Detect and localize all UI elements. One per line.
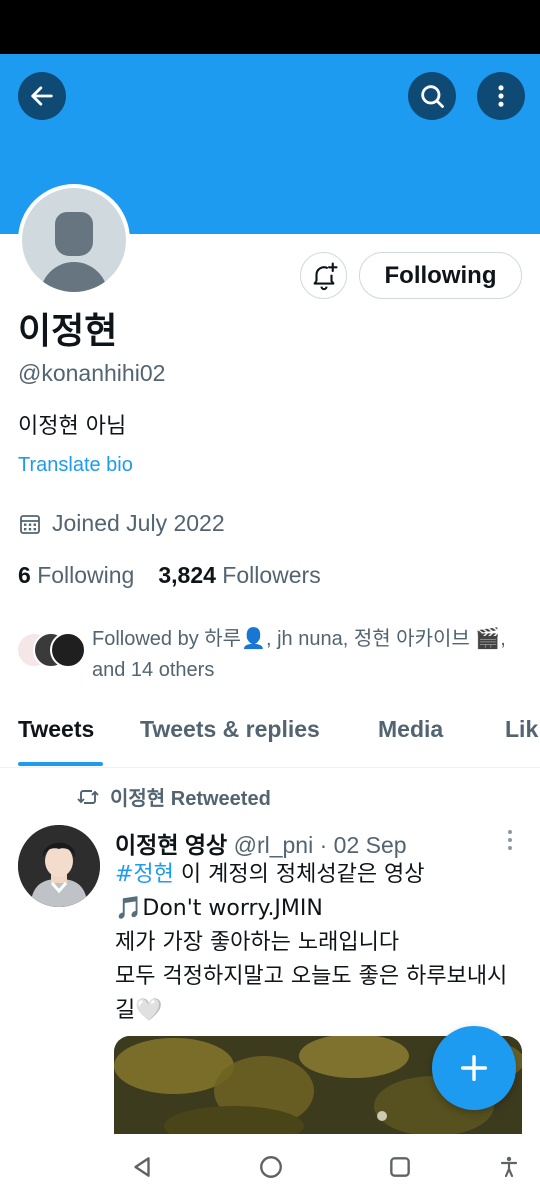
tweet-header: 이정현 영상 @rl_pni · 02 Sep — [115, 826, 515, 860]
tweet-line-1: 이 계정의 정체성같은 영상 — [173, 862, 425, 887]
tweet-date[interactable]: 02 Sep — [334, 832, 407, 858]
retweet-context[interactable]: 이정현 Retweeted — [76, 782, 271, 811]
back-button[interactable] — [18, 72, 66, 120]
triangle-back-icon — [134, 1157, 150, 1177]
notifications-button[interactable] — [300, 252, 347, 299]
plus-icon — [460, 1054, 488, 1082]
arrow-left-icon — [31, 86, 53, 106]
followed-by-text[interactable]: Followed by 하루👤, jh nuna, 정현 아카이브 🎬, and… — [92, 624, 522, 686]
tab-tweets-replies[interactable]: Tweets & replies — [140, 716, 320, 743]
active-tab-indicator — [18, 762, 103, 766]
default-avatar-icon — [22, 188, 126, 292]
square-recents-icon — [390, 1157, 410, 1177]
avatar — [50, 632, 86, 668]
tweet-line-2: 🎵Don't worry.JMIN — [115, 896, 323, 921]
tab-media[interactable]: Media — [378, 716, 443, 743]
system-navigation-bar — [0, 1134, 540, 1200]
tweet-body: #정현 이 계정의 정체성같은 영상 🎵Don't worry.JMIN 제가 … — [115, 858, 525, 1028]
tweet-line-4: 모두 걱정하지말고 오늘도 좋은 하루보내시길🤍 — [115, 964, 508, 1023]
more-options-button[interactable] — [477, 72, 525, 120]
profile-avatar[interactable] — [18, 184, 130, 296]
retweet-label: Retweeted — [170, 788, 271, 810]
tweet-author-name[interactable]: 이정현 영상 — [115, 832, 227, 858]
retweet-user: 이정현 — [110, 788, 166, 810]
followers-count: 3,824 — [158, 562, 216, 588]
illustrated-person-avatar — [18, 825, 100, 907]
following-label: Following — [37, 562, 135, 588]
calendar-icon — [20, 514, 40, 534]
more-vertical-icon — [498, 85, 504, 107]
tweet-author-avatar[interactable] — [18, 825, 100, 907]
status-bar — [0, 0, 540, 54]
following-count: 6 — [18, 562, 31, 588]
tweet-separator: · — [319, 832, 328, 858]
following-button[interactable]: Following — [359, 252, 522, 299]
more-vertical-icon — [508, 830, 512, 850]
tab-tweets[interactable]: Tweets — [18, 716, 94, 743]
bell-plus-icon — [313, 261, 338, 290]
search-icon — [421, 85, 444, 108]
tweet-line-3: 제가 가장 좋아하는 노래입니다 — [115, 930, 400, 955]
nav-home-button[interactable] — [256, 1152, 286, 1182]
retweet-icon — [77, 789, 99, 804]
joined-date: Joined July 2022 — [18, 510, 225, 537]
search-button[interactable] — [408, 72, 456, 120]
translate-bio-link[interactable]: Translate bio — [18, 454, 133, 477]
nav-recents-button[interactable] — [385, 1152, 415, 1182]
tab-likes[interactable]: Lik — [505, 716, 538, 743]
tweet-more-button[interactable] — [500, 828, 520, 852]
profile-tabs: Tweets Tweets & replies Media Lik — [0, 710, 540, 768]
profile-handle: @konanhihi02 — [18, 360, 166, 386]
circle-home-icon — [260, 1156, 282, 1178]
followers-label: Followers — [222, 562, 321, 588]
compose-tweet-button[interactable] — [432, 1026, 516, 1110]
profile-display-name: 이정현 — [18, 311, 118, 352]
follow-counts: 6 Following 3,824 Followers — [18, 562, 321, 589]
followers-count-link[interactable]: 3,824 Followers — [158, 562, 320, 589]
accessibility-icon — [500, 1156, 518, 1178]
nav-back-button[interactable] — [127, 1152, 157, 1182]
followed-by-avatars[interactable] — [16, 632, 86, 672]
nav-accessibility-button[interactable] — [494, 1152, 524, 1182]
joined-text: Joined July 2022 — [52, 510, 225, 536]
following-count-link[interactable]: 6 Following — [18, 562, 134, 589]
profile-bio: 이정현 아님 — [18, 414, 127, 439]
tweet-author-handle[interactable]: @rl_pni — [234, 832, 314, 858]
hashtag-link[interactable]: #정현 — [115, 862, 174, 887]
